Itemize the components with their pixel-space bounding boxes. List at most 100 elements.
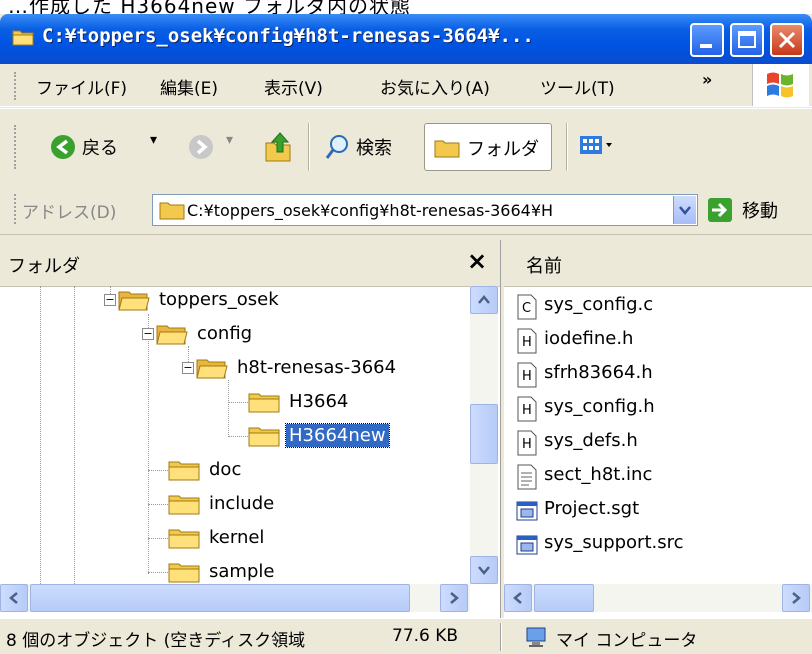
toolbar-separator [308,123,310,171]
chevron-down-icon [679,206,691,215]
file-name: sys_defs.h [544,430,638,451]
file-name: sys_support.src [544,532,684,553]
explorer-window: C:¥toppers_osek¥config¥h8t-renesas-3664¥… [0,14,812,654]
back-button[interactable]: 戻る ▾ [46,129,176,165]
menu-more-chevron[interactable]: » [702,70,712,89]
scroll-left-button[interactable] [0,584,28,612]
file-name: Project.sgt [544,498,640,519]
collapse-toggle[interactable]: − [104,294,116,306]
forward-button[interactable]: ▾ [188,129,248,165]
folder-icon [168,495,200,515]
folder-icon [168,563,200,583]
folder-open-icon [118,291,150,311]
project-file-icon [516,501,538,521]
title-bar[interactable]: C:¥toppers_osek¥config¥h8t-renesas-3664¥… [0,14,812,64]
address-grip[interactable] [14,194,19,224]
svg-text:H: H [522,335,532,350]
tree-item-label: config [197,323,253,344]
chevron-left-icon [9,592,18,604]
folder-icon [248,393,280,413]
h-file-icon: H [517,430,537,456]
folders-label: フォルダ [467,139,539,160]
tree-line [148,314,149,574]
svg-text:H: H [522,369,532,384]
h-file-icon: H [517,396,537,422]
window-title: C:¥toppers_osek¥config¥h8t-renesas-3664¥… [42,25,534,47]
go-button[interactable]: 移動 [742,197,778,223]
views-button[interactable] [578,131,622,163]
tree-item-label: H3664 [289,391,349,412]
go-arrow-icon[interactable] [708,198,732,222]
folder-icon [159,202,185,220]
minimize-button[interactable] [690,23,724,57]
search-label: 検索 [356,138,392,159]
svg-text:H: H [522,437,532,452]
file-name: sys_config.h [544,396,655,417]
tree-line [228,436,248,437]
folder-tree-horizontal-scrollbar[interactable] [0,584,470,612]
standard-toolbar: 戻る ▾ ▾ 検索 フォルダ [0,108,812,186]
scroll-down-button[interactable] [470,556,498,584]
file-list-pane: 名前 C sys_config.c H iodefine.h H sfrh836… [504,240,812,618]
top-caption-strip: …作成した H3664new フォルダ内の状態 [0,0,812,14]
chevron-right-icon [450,592,459,604]
collapse-toggle[interactable]: − [182,362,194,374]
svg-text:H: H [522,403,532,418]
address-input[interactable]: C:¥toppers_osek¥config¥h8t-renesas-3664¥… [152,194,698,226]
menu-favorites[interactable]: お気に入り(A) [380,74,490,99]
minimize-icon [700,44,712,48]
folder-tree: − toppers_osek − config − h8t-renesas-36… [0,286,470,584]
up-folder-icon[interactable] [262,129,296,165]
forward-dropdown-icon[interactable]: ▾ [226,132,233,148]
folder-pane-header: フォルダ × [0,240,500,287]
back-dropdown-icon[interactable]: ▾ [150,132,157,148]
tree-item-label: doc [209,459,242,480]
tree-item-label: kernel [209,527,265,548]
scroll-left-button[interactable] [504,584,532,612]
scroll-right-button[interactable] [440,584,468,612]
scroll-thumb[interactable] [470,404,498,464]
address-dropdown-button[interactable] [673,196,696,224]
back-arrow-icon [51,135,75,159]
tree-item-label: include [209,493,275,514]
maximize-icon [738,31,756,48]
folders-button[interactable]: フォルダ [424,123,552,171]
menu-grip[interactable] [14,72,19,100]
menu-edit[interactable]: 編集(E) [160,74,218,99]
menu-view[interactable]: 表示(V) [264,74,323,99]
chevron-right-icon [792,592,801,604]
status-size: 77.6 KB [392,626,459,646]
search-button[interactable]: 検索 [320,129,418,165]
toolbar-grip[interactable] [14,125,19,169]
scroll-up-button[interactable] [470,286,498,314]
tree-line [228,380,229,435]
scroll-thumb[interactable] [534,584,594,612]
menu-tools[interactable]: ツール(T) [540,74,615,99]
go-arrow-glyph [712,202,728,218]
menu-file[interactable]: ファイル(F) [36,74,127,99]
folder-icon [12,30,34,46]
views-icon [580,136,612,154]
h-file-icon: H [517,328,537,354]
column-header-name[interactable]: 名前 [504,240,812,287]
scroll-thumb[interactable] [30,584,410,612]
tree-line [188,346,189,362]
folder-pane: フォルダ × − toppers_osek − config − h8t-ren… [0,240,501,618]
close-button[interactable] [770,23,804,57]
folder-icon [248,427,280,447]
address-value: C:¥toppers_osek¥config¥h8t-renesas-3664¥… [187,201,554,220]
tree-item-label: h8t-renesas-3664 [237,357,397,378]
folder-tree-vertical-scrollbar[interactable] [470,286,498,584]
project-file-icon [516,535,538,555]
folder-open-icon [196,359,228,379]
top-caption-text: …作成した H3664new フォルダ内の状態 [8,0,411,14]
maximize-button[interactable] [730,23,764,57]
file-list-horizontal-scrollbar[interactable] [504,584,812,612]
chevron-down-icon [478,566,490,575]
folder-open-icon [156,325,188,345]
folder-pane-close-button[interactable]: × [464,246,490,276]
scroll-right-button[interactable] [782,584,810,612]
c-file-icon: C [517,294,537,320]
my-computer-icon [526,627,546,647]
collapse-toggle[interactable]: − [142,328,154,340]
